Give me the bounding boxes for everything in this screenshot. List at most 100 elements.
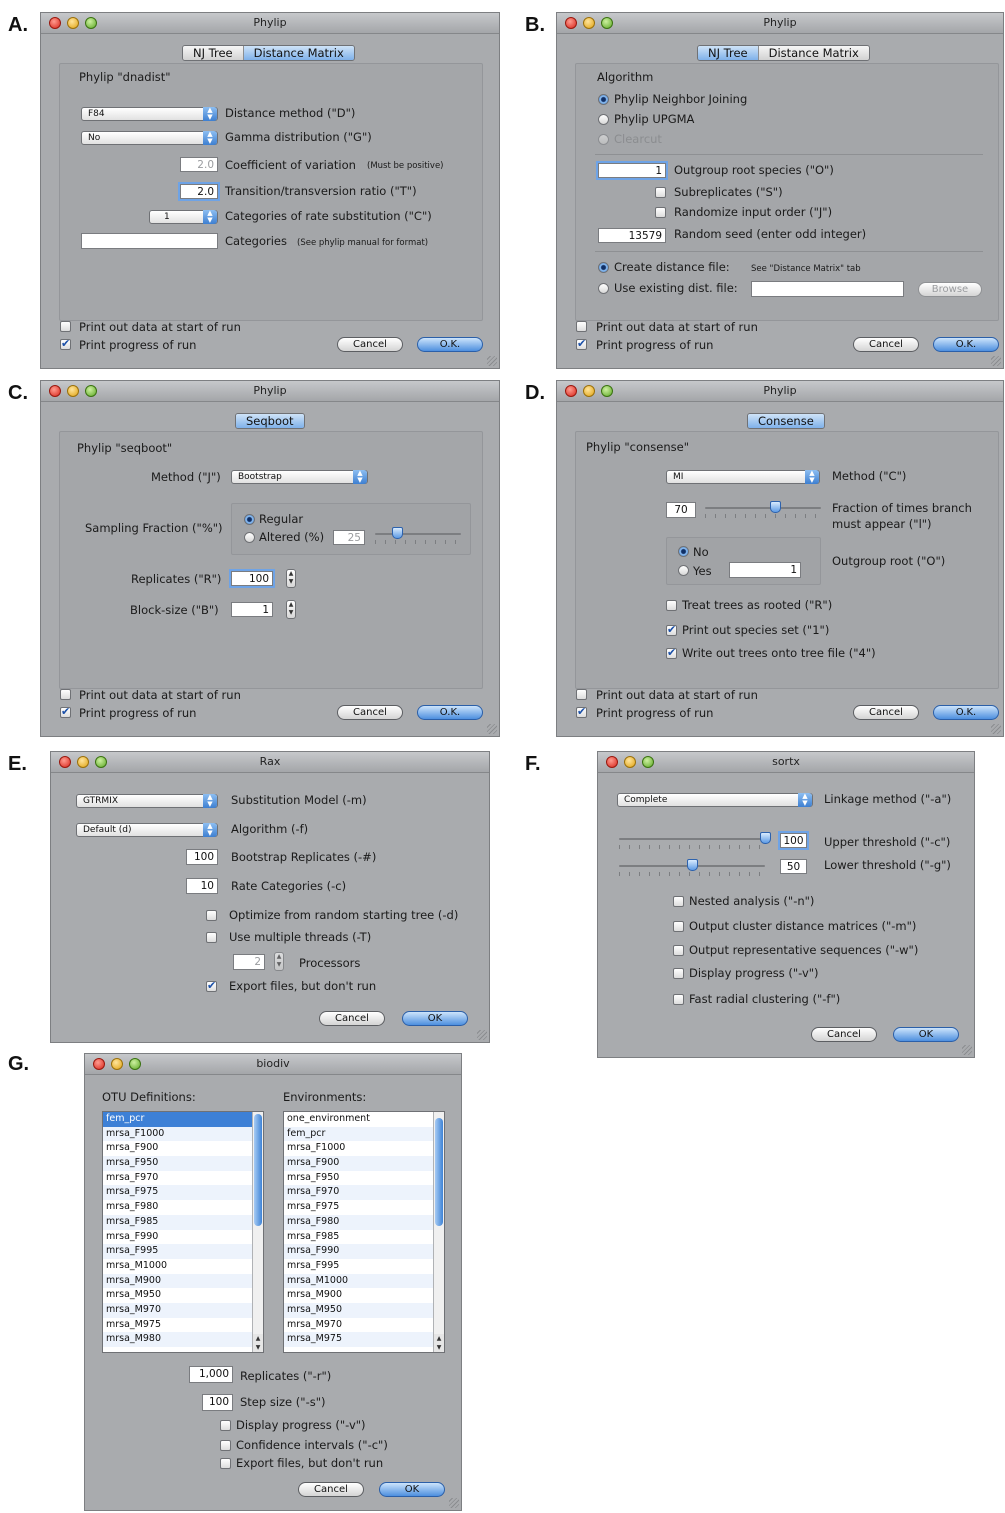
print-progress-checkbox[interactable]: [576, 337, 587, 350]
list-item[interactable]: mrsa_F995: [284, 1259, 444, 1274]
coefficient-variation-field[interactable]: 2.0: [180, 157, 218, 172]
print-data-checkbox[interactable]: [576, 321, 587, 332]
list-item[interactable]: mrsa_M970: [284, 1318, 444, 1333]
cancel-button[interactable]: Cancel: [811, 1027, 877, 1042]
step-size-field[interactable]: 100: [202, 1394, 233, 1411]
list-item[interactable]: fem_pcr: [284, 1126, 444, 1142]
cancel-button[interactable]: Cancel: [319, 1011, 385, 1026]
list-item[interactable]: mrsa_F980: [103, 1200, 263, 1215]
altered-percent-field[interactable]: 25: [333, 530, 365, 545]
ok-button[interactable]: OK: [379, 1482, 445, 1497]
resize-grip[interactable]: [991, 724, 1001, 734]
scroll-arrows[interactable]: ▲ ▼: [253, 1334, 263, 1352]
resize-grip[interactable]: [991, 356, 1001, 366]
fast-radial-checkbox[interactable]: [673, 994, 684, 1005]
list-item[interactable]: fem_pcr: [103, 1112, 263, 1127]
list-item[interactable]: mrsa_M950: [103, 1288, 263, 1303]
regular-radio[interactable]: [244, 514, 255, 525]
list-item[interactable]: mrsa_F1000: [284, 1141, 444, 1156]
method-select[interactable]: MI ▲ ▼: [666, 470, 820, 484]
altered-radio[interactable]: [244, 532, 255, 543]
lower-threshold-field[interactable]: 50: [780, 859, 807, 874]
export-checkbox[interactable]: [206, 979, 217, 992]
categories-field[interactable]: [81, 233, 218, 249]
resize-grip[interactable]: [962, 1045, 972, 1055]
list-item[interactable]: mrsa_F975: [103, 1185, 263, 1201]
resize-grip[interactable]: [487, 724, 497, 734]
list-item[interactable]: mrsa_F990: [284, 1244, 444, 1259]
use-existing-radio[interactable]: [598, 283, 609, 294]
ok-button[interactable]: OK: [893, 1027, 959, 1042]
tab-distance-matrix[interactable]: Distance Matrix: [758, 46, 869, 60]
block-size-field[interactable]: 1: [231, 602, 273, 617]
replicates-field[interactable]: 100: [231, 571, 273, 586]
distance-method-select[interactable]: F84 ▲ ▼: [81, 107, 218, 121]
nj-radio[interactable]: [598, 94, 609, 105]
resize-grip[interactable]: [487, 356, 497, 366]
nested-analysis-checkbox[interactable]: [673, 896, 684, 907]
yes-radio[interactable]: [678, 565, 689, 576]
cancel-button[interactable]: Cancel: [853, 705, 919, 720]
list-item[interactable]: mrsa_M980: [103, 1332, 263, 1347]
list-item[interactable]: mrsa_F950: [284, 1171, 444, 1186]
resize-grip[interactable]: [449, 1498, 459, 1508]
randomize-checkbox[interactable]: [655, 207, 666, 218]
outgroup-field[interactable]: 1: [729, 562, 801, 578]
list-item[interactable]: mrsa_F980: [284, 1214, 444, 1230]
ok-button[interactable]: O.K.: [933, 705, 999, 720]
rate-categories-field[interactable]: 10: [186, 878, 218, 894]
replicates-field[interactable]: 1,000: [189, 1366, 233, 1383]
cancel-button[interactable]: Cancel: [337, 337, 403, 352]
output-matrices-checkbox[interactable]: [673, 921, 684, 932]
export-files-checkbox[interactable]: [220, 1458, 231, 1469]
list-item[interactable]: mrsa_F900: [284, 1156, 444, 1171]
list-item[interactable]: mrsa_F985: [103, 1214, 263, 1230]
scroll-knob[interactable]: [435, 1118, 443, 1226]
substitution-model-select[interactable]: GTRMIX ▲ ▼: [76, 794, 218, 808]
ok-button[interactable]: O.K.: [417, 705, 483, 720]
list-item[interactable]: mrsa_M950: [284, 1302, 444, 1318]
ok-button[interactable]: O.K.: [933, 337, 999, 352]
list-item[interactable]: mrsa_F950: [103, 1156, 263, 1171]
existing-file-field[interactable]: [751, 281, 904, 297]
list-item[interactable]: mrsa_M970: [103, 1302, 263, 1318]
create-file-radio[interactable]: [598, 262, 609, 273]
print-progress-checkbox[interactable]: [60, 337, 71, 350]
tab-nj-tree[interactable]: NJ Tree: [698, 46, 759, 60]
tab-nj-tree[interactable]: NJ Tree: [183, 46, 244, 60]
list-item[interactable]: mrsa_F970: [103, 1171, 263, 1186]
print-data-checkbox[interactable]: [60, 321, 71, 332]
cancel-button[interactable]: Cancel: [298, 1482, 364, 1497]
print-data-checkbox[interactable]: [60, 689, 71, 700]
list-item[interactable]: mrsa_M1000: [284, 1273, 444, 1289]
method-select[interactable]: Bootstrap ▲ ▼: [231, 470, 368, 484]
list-item[interactable]: mrsa_F995: [103, 1244, 263, 1259]
display-progress-checkbox[interactable]: [220, 1420, 231, 1431]
replicates-stepper[interactable]: ▲ ▼: [286, 569, 296, 588]
list-item[interactable]: mrsa_F1000: [103, 1126, 263, 1142]
list-item[interactable]: mrsa_M900: [284, 1288, 444, 1303]
print-progress-checkbox[interactable]: [60, 705, 71, 718]
list-item[interactable]: mrsa_F900: [103, 1141, 263, 1156]
list-item[interactable]: mrsa_M1000: [103, 1259, 263, 1274]
upper-threshold-slider[interactable]: [619, 832, 771, 849]
threads-checkbox[interactable]: [206, 932, 217, 943]
list-item[interactable]: mrsa_M975: [103, 1318, 263, 1333]
print-data-checkbox[interactable]: [576, 689, 587, 700]
environments-list[interactable]: one_environment fem_pcr mrsa_F1000 mrsa_F90…: [283, 1111, 445, 1353]
browse-button[interactable]: Browse: [918, 282, 982, 297]
clearcut-radio[interactable]: [598, 134, 609, 145]
cancel-button[interactable]: Cancel: [337, 705, 403, 720]
categories-rate-select[interactable]: 1 ▲ ▼: [149, 210, 218, 224]
gamma-distribution-select[interactable]: No ▲ ▼: [81, 131, 218, 145]
upper-threshold-field[interactable]: 100: [780, 833, 807, 848]
optimize-checkbox[interactable]: [206, 910, 217, 921]
slider-thumb[interactable]: [769, 501, 781, 513]
env-scrollbar[interactable]: ▲ ▼: [433, 1112, 444, 1352]
cancel-button[interactable]: Cancel: [853, 337, 919, 352]
display-progress-checkbox[interactable]: [673, 968, 684, 979]
lower-threshold-slider[interactable]: [619, 859, 765, 876]
list-item[interactable]: mrsa_F970: [284, 1185, 444, 1201]
algorithm-select[interactable]: Default (d) ▲ ▼: [76, 823, 218, 837]
altered-percent-slider[interactable]: [375, 527, 461, 544]
